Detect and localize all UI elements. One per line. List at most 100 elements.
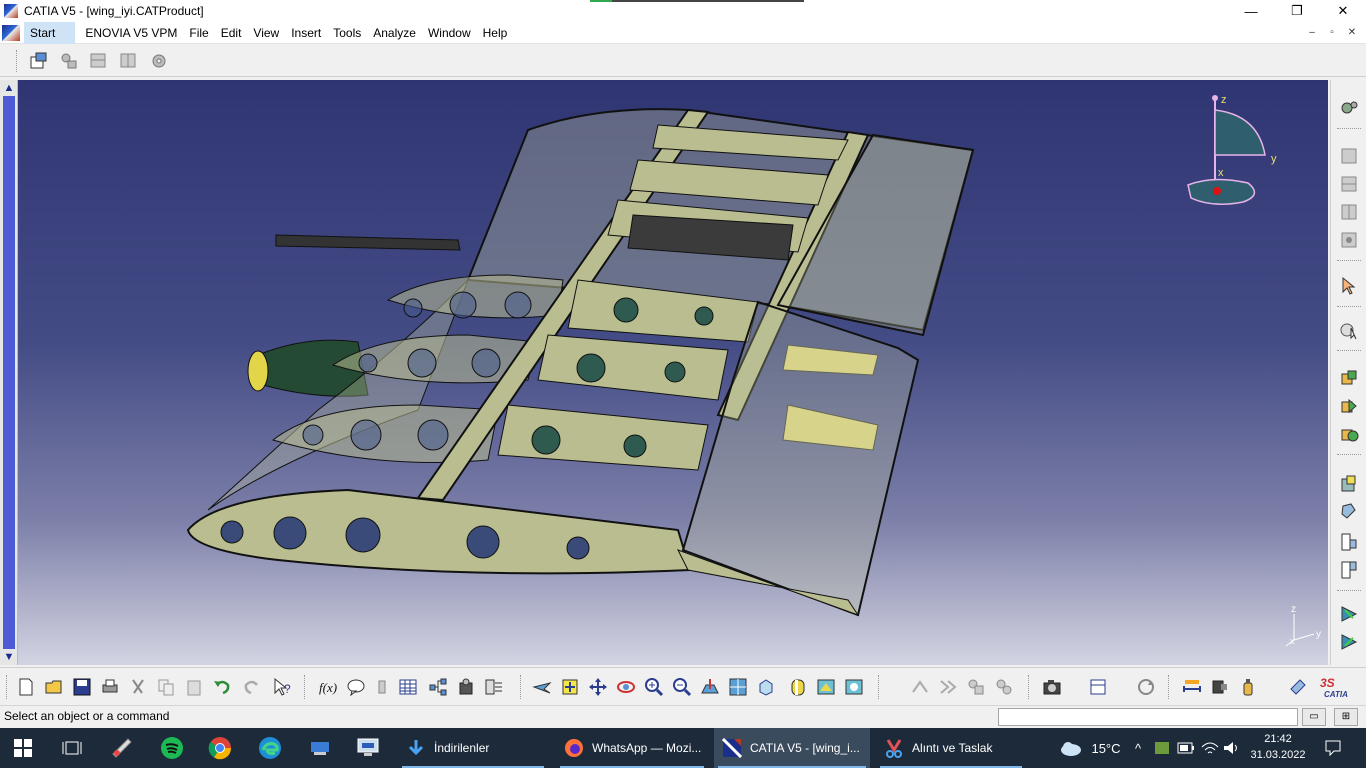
whats-this-icon[interactable]: ? xyxy=(270,675,294,699)
viewport-scrollbar[interactable]: ▲ ▼ xyxy=(0,80,18,665)
maximize-button[interactable]: ❐ xyxy=(1274,0,1320,22)
catalog-4-icon[interactable] xyxy=(1337,228,1361,252)
clash-icon[interactable] xyxy=(908,675,932,699)
scroll-up-arrow-icon[interactable]: ▲ xyxy=(0,80,18,96)
catia-app-icon[interactable] xyxy=(4,4,18,18)
undo-icon[interactable] xyxy=(210,675,234,699)
tray-app-icon[interactable] xyxy=(1152,728,1172,768)
new-document-icon[interactable] xyxy=(14,675,38,699)
leading-edge-skin[interactable] xyxy=(207,279,469,511)
lock-dimensions-icon[interactable] xyxy=(370,675,394,699)
toolbar-grip[interactable] xyxy=(304,675,307,699)
menu-edit[interactable]: Edit xyxy=(221,22,254,44)
catalog-browser-icon[interactable] xyxy=(1086,675,1110,699)
system-clock[interactable]: 21:42 31.03.2022 xyxy=(1248,731,1308,763)
app-icon[interactable] xyxy=(298,728,342,768)
publication-icon[interactable] xyxy=(454,675,478,699)
taskbar-firefox-whatsapp[interactable]: WhatsApp — Mozi... xyxy=(556,728,708,768)
shading-icon[interactable] xyxy=(786,675,810,699)
spotify-icon[interactable] xyxy=(150,728,194,768)
paint-icon[interactable] xyxy=(100,728,144,768)
mdi-minimize-button[interactable]: – xyxy=(1304,26,1320,40)
catalog-2-icon[interactable] xyxy=(1337,172,1361,196)
sectioning-icon[interactable] xyxy=(936,675,960,699)
mdi-close-button[interactable]: ✕ xyxy=(1344,26,1360,40)
power-input-icon[interactable]: ▭ xyxy=(1302,708,1326,726)
new-part-icon[interactable] xyxy=(87,49,111,73)
rotate-icon[interactable] xyxy=(614,675,638,699)
measure-between-icon[interactable] xyxy=(1180,675,1204,699)
bay-rib-3[interactable] xyxy=(497,404,709,471)
toolbar-grip[interactable] xyxy=(6,675,9,699)
scenes-icon[interactable] xyxy=(482,675,506,699)
pan-icon[interactable] xyxy=(586,675,610,699)
replace-component-icon[interactable] xyxy=(147,49,171,73)
3ds-catia-logo-icon[interactable]: 3S CATIA xyxy=(1318,675,1358,699)
fit-all-icon[interactable] xyxy=(558,675,582,699)
wing-assembly-model[interactable] xyxy=(18,80,1328,665)
chrome-icon[interactable] xyxy=(198,728,242,768)
knowledge-advisor-icon[interactable] xyxy=(344,675,368,699)
remote-desktop-icon[interactable] xyxy=(346,728,390,768)
close-button[interactable]: ✕ xyxy=(1320,0,1366,22)
paste-icon[interactable] xyxy=(182,675,206,699)
manipulate-icon[interactable] xyxy=(1337,318,1361,342)
tray-chevron-up-icon[interactable]: ^ xyxy=(1130,728,1146,768)
print-icon[interactable] xyxy=(98,675,122,699)
catalog-3-icon[interactable] xyxy=(1337,200,1361,224)
multi-view-icon[interactable] xyxy=(726,675,750,699)
catia-menu-icon[interactable] xyxy=(2,24,20,41)
weather-widget[interactable]: 15°C xyxy=(1052,728,1128,768)
menu-insert[interactable]: Insert xyxy=(291,22,333,44)
new-product-icon[interactable] xyxy=(57,49,81,73)
fix-component-icon[interactable] xyxy=(1337,602,1361,626)
measure-inertia-icon[interactable] xyxy=(1236,675,1260,699)
hide-show-icon[interactable] xyxy=(814,675,838,699)
new-component-icon[interactable] xyxy=(27,49,51,73)
copy-icon[interactable] xyxy=(154,675,178,699)
toolbar-grip[interactable] xyxy=(16,49,19,72)
iso-view-icon[interactable] xyxy=(754,675,778,699)
bay-rib-2[interactable] xyxy=(537,334,729,401)
constraint-3-icon[interactable] xyxy=(1337,422,1361,446)
fix-together-icon[interactable] xyxy=(1337,630,1361,654)
taskbar-catia[interactable]: CATIA V5 - [wing_i... xyxy=(714,728,870,768)
catalog-icon[interactable] xyxy=(1337,144,1361,168)
swap-visible-space-icon[interactable] xyxy=(842,675,866,699)
scroll-down-arrow-icon[interactable]: ▼ xyxy=(0,649,18,665)
compass-widget[interactable]: z y x xyxy=(1183,90,1293,210)
menu-enovia[interactable]: ENOVIA V5 VPM xyxy=(85,22,189,44)
command-list-icon[interactable]: ⊞ xyxy=(1334,708,1358,726)
menu-analyze[interactable]: Analyze xyxy=(373,22,428,44)
menu-tools[interactable]: Tools xyxy=(333,22,373,44)
constraint-coincidence-icon[interactable] xyxy=(1337,472,1361,496)
fly-mode-icon[interactable] xyxy=(530,675,554,699)
minimize-button[interactable]: — xyxy=(1228,0,1274,22)
constraint-2-icon[interactable] xyxy=(1337,394,1361,418)
taskbar-downloads[interactable]: İndirilenler xyxy=(398,728,548,768)
menu-start[interactable]: Start xyxy=(24,21,76,44)
formula-icon[interactable]: f(x) xyxy=(316,675,340,699)
task-view-icon[interactable] xyxy=(50,728,94,768)
taskbar-snip-sketch[interactable]: Alıntı ve Taslak xyxy=(876,728,1026,768)
scroll-thumb[interactable] xyxy=(3,96,15,649)
cut-icon[interactable] xyxy=(126,675,150,699)
toolbar-grip[interactable] xyxy=(878,675,881,699)
distance-analysis-icon[interactable] xyxy=(964,675,988,699)
nacelle-nose[interactable] xyxy=(247,350,269,392)
gears-icon[interactable] xyxy=(1337,96,1361,120)
existing-component-icon[interactable] xyxy=(117,49,141,73)
toolbar-grip[interactable] xyxy=(520,675,523,699)
select-arrow-icon[interactable] xyxy=(1337,274,1361,298)
toolbar-grip[interactable] xyxy=(1168,675,1171,699)
table-icon[interactable] xyxy=(396,675,420,699)
toolbar-grip[interactable] xyxy=(1028,675,1031,699)
tree-structure-icon[interactable] xyxy=(426,675,450,699)
constraint-1-icon[interactable] xyxy=(1337,366,1361,390)
menu-view[interactable]: View xyxy=(253,22,291,44)
volume-icon[interactable] xyxy=(1222,728,1242,768)
zoom-out-icon[interactable] xyxy=(670,675,694,699)
save-icon[interactable] xyxy=(70,675,94,699)
normal-view-icon[interactable] xyxy=(698,675,722,699)
zoom-in-icon[interactable] xyxy=(642,675,666,699)
